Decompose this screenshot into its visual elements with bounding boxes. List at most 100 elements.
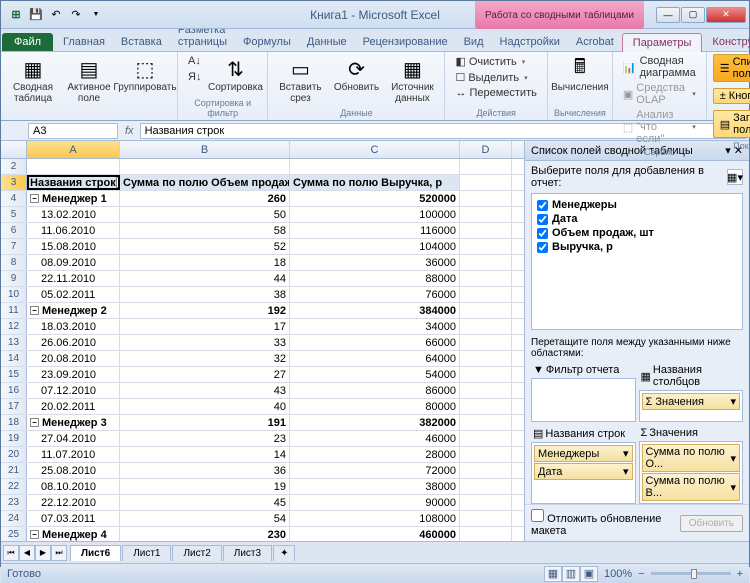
cell[interactable]: 58 bbox=[120, 223, 290, 238]
cell[interactable] bbox=[460, 191, 512, 206]
calc-button[interactable]: 🖩Вычисления bbox=[554, 54, 606, 95]
sheet-tab-active[interactable]: Лист6 bbox=[70, 545, 121, 561]
row-header[interactable]: 8 bbox=[1, 255, 27, 270]
row-header[interactable]: 16 bbox=[1, 383, 27, 398]
cell[interactable]: 34000 bbox=[290, 319, 460, 334]
tab-acrobat[interactable]: Acrobat bbox=[568, 33, 622, 51]
maximize-button[interactable]: ▢ bbox=[681, 7, 705, 23]
row-header[interactable]: 2 bbox=[1, 159, 27, 174]
undo-icon[interactable]: ↶ bbox=[47, 6, 65, 24]
row-header[interactable]: 21 bbox=[1, 463, 27, 478]
cell[interactable] bbox=[120, 159, 290, 174]
file-tab[interactable]: Файл bbox=[2, 33, 53, 51]
cell[interactable]: 382000 bbox=[290, 415, 460, 430]
row-header[interactable]: 14 bbox=[1, 351, 27, 366]
row-header[interactable]: 6 bbox=[1, 223, 27, 238]
field-list-button[interactable]: ☰Список полей bbox=[713, 54, 750, 82]
cell[interactable] bbox=[460, 463, 512, 478]
tab-options[interactable]: Параметры bbox=[622, 33, 703, 52]
cell[interactable]: 23 bbox=[120, 431, 290, 446]
cell[interactable]: 108000 bbox=[290, 511, 460, 526]
defer-checkbox[interactable]: Отложить обновление макета bbox=[531, 509, 680, 537]
cell[interactable]: 520000 bbox=[290, 191, 460, 206]
row-header[interactable]: 4 bbox=[1, 191, 27, 206]
cell[interactable]: 36000 bbox=[290, 255, 460, 270]
sheet-tab[interactable]: Лист1 bbox=[122, 545, 171, 561]
field-list-box[interactable]: МенеджерыДатаОбъем продаж, штВыручка, р bbox=[531, 193, 743, 330]
cell[interactable]: −Менеджер 1 bbox=[27, 191, 120, 206]
refresh-button[interactable]: ⟳Обновить bbox=[330, 54, 382, 95]
spreadsheet-grid[interactable]: A B C D 23Названия строк ▾Сумма по полю … bbox=[1, 141, 524, 541]
slicer-button[interactable]: ▭Вставить срез bbox=[274, 54, 326, 106]
cell[interactable]: 44 bbox=[120, 271, 290, 286]
cell[interactable]: 28000 bbox=[290, 447, 460, 462]
cell[interactable]: 27 bbox=[120, 367, 290, 382]
row-header[interactable]: 20 bbox=[1, 447, 27, 462]
cell[interactable] bbox=[460, 303, 512, 318]
sort-button[interactable]: ⇅Сортировка bbox=[209, 54, 261, 95]
cell[interactable]: 191 bbox=[120, 415, 290, 430]
cell[interactable] bbox=[460, 383, 512, 398]
cell-selected[interactable]: Названия строк ▾ bbox=[27, 175, 120, 190]
cell[interactable] bbox=[460, 431, 512, 446]
save-icon[interactable]: 💾 bbox=[27, 6, 45, 24]
cell[interactable]: 20.08.2010 bbox=[27, 351, 120, 366]
tab-data[interactable]: Данные bbox=[299, 33, 355, 51]
filter-zone[interactable] bbox=[531, 378, 636, 422]
clear-button[interactable]: ◧Очистить bbox=[451, 54, 540, 69]
cell[interactable] bbox=[460, 319, 512, 334]
cell[interactable]: 18 bbox=[120, 255, 290, 270]
row-header[interactable]: 25 bbox=[1, 527, 27, 541]
cell[interactable] bbox=[460, 415, 512, 430]
tab-home[interactable]: Главная bbox=[55, 33, 113, 51]
name-box[interactable]: A3 bbox=[28, 123, 118, 139]
cols-zone[interactable]: Σ Значения▾ bbox=[639, 390, 744, 422]
zoom-in-button[interactable]: + bbox=[737, 568, 743, 580]
cell[interactable]: 22.12.2010 bbox=[27, 495, 120, 510]
update-button[interactable]: Обновить bbox=[680, 515, 743, 532]
field-checkbox[interactable]: Дата bbox=[536, 212, 738, 226]
cell[interactable]: 27.04.2010 bbox=[27, 431, 120, 446]
tab-nav-prev[interactable]: ◀ bbox=[19, 545, 35, 561]
sheet-tab[interactable]: Лист2 bbox=[172, 545, 221, 561]
cell[interactable]: 384000 bbox=[290, 303, 460, 318]
layout-icon[interactable]: ▦▾ bbox=[727, 169, 743, 185]
cell[interactable]: 192 bbox=[120, 303, 290, 318]
cell[interactable]: 33 bbox=[120, 335, 290, 350]
tab-view[interactable]: Вид bbox=[456, 33, 492, 51]
cell[interactable]: 07.03.2011 bbox=[27, 511, 120, 526]
cell[interactable]: 43 bbox=[120, 383, 290, 398]
cell[interactable]: 38 bbox=[120, 287, 290, 302]
active-field-button[interactable]: ▤Активное поле bbox=[63, 54, 115, 106]
sheet-tab[interactable]: Лист3 bbox=[223, 545, 272, 561]
cell[interactable]: 11.06.2010 bbox=[27, 223, 120, 238]
fx-icon[interactable]: fx bbox=[119, 125, 140, 137]
tab-design[interactable]: Конструктор bbox=[702, 33, 750, 51]
cell[interactable]: 36 bbox=[120, 463, 290, 478]
cell[interactable]: 15.08.2010 bbox=[27, 239, 120, 254]
cell[interactable] bbox=[460, 367, 512, 382]
rows-zone[interactable]: Менеджеры▾Дата▾ bbox=[531, 442, 636, 504]
view-normal-button[interactable]: ▦ bbox=[544, 566, 562, 582]
row-header[interactable]: 13 bbox=[1, 335, 27, 350]
minimize-button[interactable]: — bbox=[656, 7, 680, 23]
cell[interactable]: 17 bbox=[120, 319, 290, 334]
zoom-level[interactable]: 100% bbox=[604, 568, 632, 580]
field-chip[interactable]: Сумма по полю В...▾ bbox=[642, 473, 741, 501]
row-header[interactable]: 12 bbox=[1, 319, 27, 334]
cell[interactable] bbox=[290, 159, 460, 174]
cell[interactable]: 50 bbox=[120, 207, 290, 222]
cell[interactable] bbox=[27, 159, 120, 174]
cell[interactable]: 18.03.2010 bbox=[27, 319, 120, 334]
cell[interactable]: 64000 bbox=[290, 351, 460, 366]
row-header[interactable]: 24 bbox=[1, 511, 27, 526]
move-button[interactable]: ↔Переместить bbox=[451, 86, 540, 100]
cell[interactable]: 76000 bbox=[290, 287, 460, 302]
cell[interactable]: 116000 bbox=[290, 223, 460, 238]
cell[interactable]: 45 bbox=[120, 495, 290, 510]
cell[interactable]: 54000 bbox=[290, 367, 460, 382]
cell[interactable]: 80000 bbox=[290, 399, 460, 414]
tab-nav-last[interactable]: ⏭ bbox=[51, 545, 67, 561]
pivot-table-button[interactable]: ▦Сводная таблица bbox=[7, 54, 59, 106]
row-header[interactable]: 17 bbox=[1, 399, 27, 414]
